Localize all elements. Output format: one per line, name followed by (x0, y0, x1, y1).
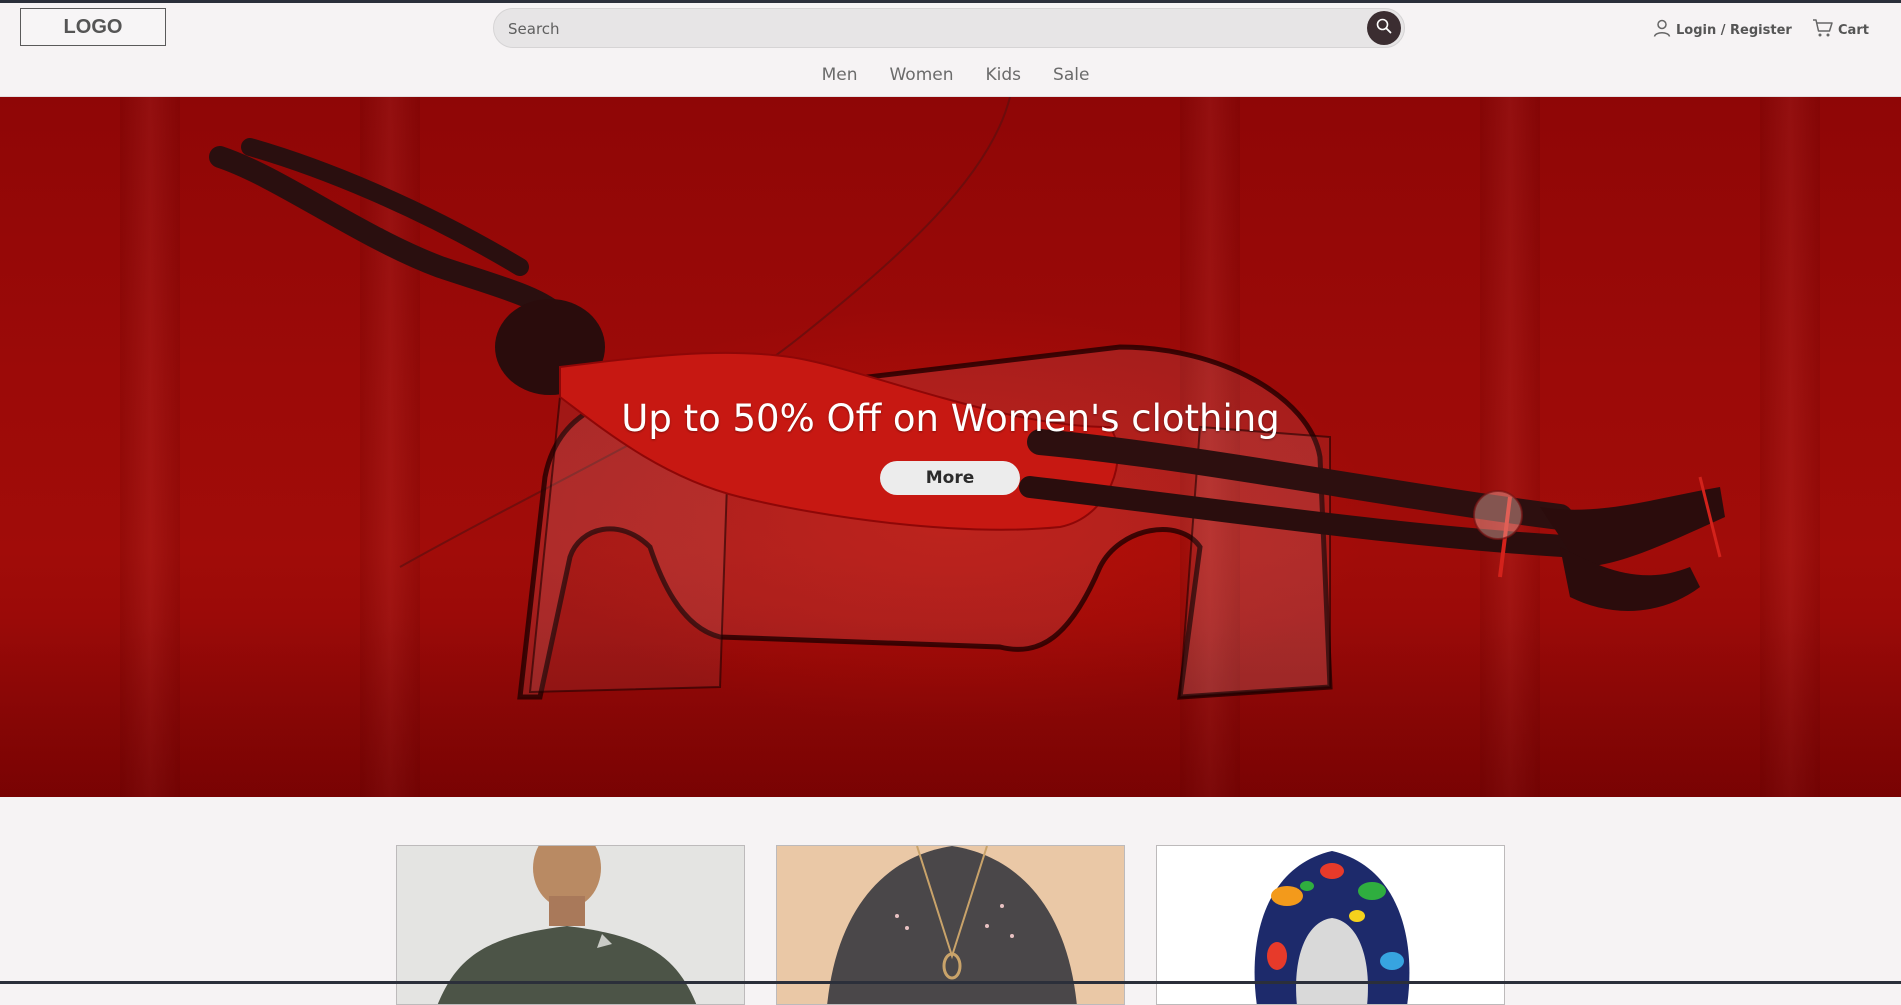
hero-banner: Up to 50% Off on Women's clothing More (0, 97, 1901, 797)
user-icon (1652, 18, 1672, 42)
main-nav: Men Women Kids Sale (0, 65, 1901, 85)
search-button[interactable] (1367, 11, 1401, 45)
hero-more-button[interactable]: More (880, 461, 1020, 495)
search-input[interactable] (506, 9, 1350, 49)
product-grid (0, 797, 1901, 1005)
site-logo[interactable]: LOGO (20, 8, 166, 46)
cart-icon (1812, 18, 1834, 42)
nav-item-women[interactable]: Women (889, 65, 953, 85)
site-header: LOGO Login / Register (0, 3, 1901, 97)
login-register-label: Login / Register (1676, 22, 1792, 38)
nav-item-men[interactable]: Men (822, 65, 858, 85)
cart-link[interactable]: Cart (1812, 18, 1869, 42)
hero-title: Up to 50% Off on Women's clothing (621, 397, 1280, 440)
cart-label: Cart (1838, 22, 1869, 38)
hero-model-image (209, 97, 1725, 700)
login-register-link[interactable]: Login / Register (1652, 18, 1792, 42)
nav-item-kids[interactable]: Kids (986, 65, 1022, 85)
search-bar (493, 8, 1405, 49)
nav-item-sale[interactable]: Sale (1053, 65, 1089, 85)
search-icon (1376, 18, 1392, 39)
